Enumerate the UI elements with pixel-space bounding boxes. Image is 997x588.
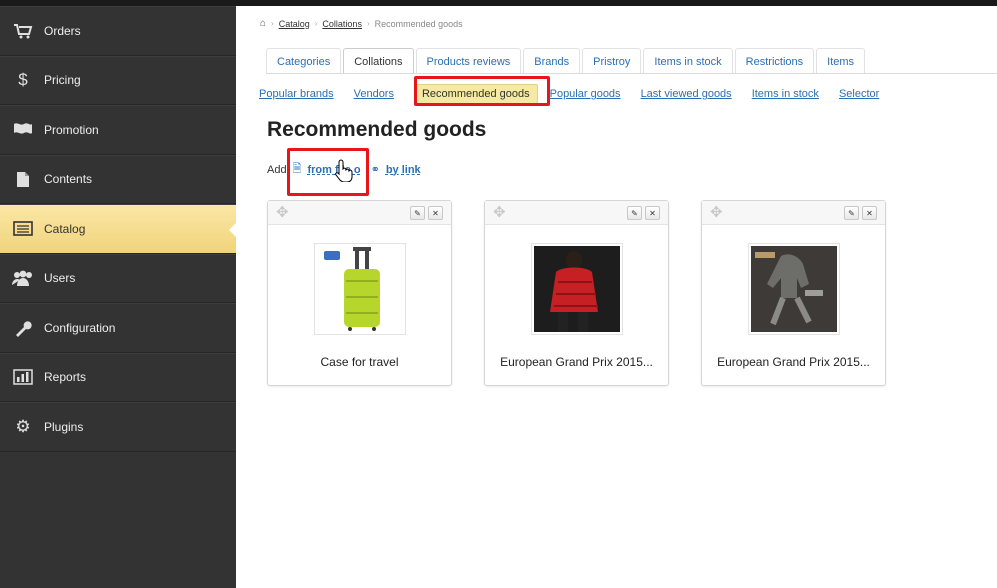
users-icon [12,269,34,287]
tab-items[interactable]: Items [816,48,866,74]
sidebar-item-users[interactable]: Users [0,253,236,303]
tab-pristroy[interactable]: Pristroy [582,48,642,74]
sidebar-item-orders[interactable]: Orders [0,6,236,56]
tab-items-in-stock[interactable]: Items in stock [643,48,733,74]
edit-button[interactable]: ✎ [627,206,642,220]
highlight-box-subnav [414,76,550,106]
sidebar-item-promotion[interactable]: Promotion [0,105,236,155]
sidebar-item-pricing[interactable]: $ Pricing [0,55,236,105]
card-toolbar: ✥ ✎ ✕ [702,201,885,225]
breadcrumb-current: Recommended goods [374,18,463,29]
document-icon [12,170,34,188]
dollar-icon: $ [18,70,28,90]
tab-divider [266,73,997,74]
product-name[interactable]: European Grand Prix 2015... [485,355,668,369]
cart-icon [12,22,34,40]
tab-brands[interactable]: Brands [523,48,581,74]
sidebar-item-contents[interactable]: Contents [0,154,236,204]
link-icon: ⚭ [370,164,380,176]
edit-button[interactable]: ✎ [844,206,859,220]
sidebar-item-label: Contents [44,172,93,187]
move-handle-icon[interactable]: ✥ [493,205,506,220]
sidebar-item-label: Promotion [44,122,99,137]
subnav-selector[interactable]: Selector [839,88,879,100]
sidebar-item-label: Configuration [44,320,116,335]
add-by-link-link[interactable]: by link [386,164,421,176]
sidebar-item-configuration[interactable]: Configuration [0,303,236,353]
collation-subnav: Popular brands Vendors Recommended goods… [259,84,899,104]
highlight-box-from-file [287,148,369,196]
subnav-last-viewed-goods[interactable]: Last viewed goods [641,88,732,100]
gear-icon: ⚙ [15,416,31,436]
sidebar-item-plugins[interactable]: ⚙ Plugins [0,402,236,452]
subnav-popular-brands[interactable]: Popular brands [259,88,334,100]
product-card[interactable]: ✥ ✎ ✕ European Grand Prix 2015... [484,200,669,386]
product-name[interactable]: European Grand Prix 2015... [702,355,885,369]
page-title: Recommended goods [267,118,487,141]
tab-restrictions[interactable]: Restrictions [734,48,815,74]
product-image[interactable] [314,243,406,335]
tab-collations[interactable]: Collations [343,48,414,74]
product-card[interactable]: ✥ ✎ ✕ Case for travel [267,200,452,386]
home-icon[interactable]: ⌂ [260,18,266,29]
breadcrumb-collations[interactable]: Collations [322,19,362,29]
wrench-icon [12,319,34,337]
sidebar-item-label: Pricing [44,73,81,88]
edit-button[interactable]: ✎ [410,206,425,220]
subnav-items-in-stock[interactable]: Items in stock [752,88,819,100]
subnav-vendors[interactable]: Vendors [354,88,394,100]
delete-button[interactable]: ✕ [645,206,660,220]
breadcrumb: ⌂ › Catalog › Collations › Recommended g… [260,18,463,29]
tab-categories[interactable]: Categories [266,48,342,74]
sidebar-item-label: Users [44,271,76,286]
flag-icon [12,121,34,139]
sidebar-item-reports[interactable]: Reports [0,352,236,402]
sidebar-item-label: Catalog [44,221,86,236]
product-image[interactable] [748,243,840,335]
tab-products-reviews[interactable]: Products reviews [415,48,522,74]
breadcrumb-catalog[interactable]: Catalog [279,19,310,29]
main-content: ⌂ › Catalog › Collations › Recommended g… [236,6,997,588]
move-handle-icon[interactable]: ✥ [710,205,723,220]
delete-button[interactable]: ✕ [428,206,443,220]
list-icon [12,220,34,238]
product-name[interactable]: Case for travel [268,355,451,369]
card-toolbar: ✥ ✎ ✕ [485,201,668,225]
add-label: Add [267,163,287,176]
delete-button[interactable]: ✕ [862,206,877,220]
product-card[interactable]: ✥ ✎ ✕ European Grand Prix 2015... [701,200,886,386]
subnav-popular-goods[interactable]: Popular goods [550,88,621,100]
bar-chart-icon [12,368,34,386]
tab-bar: Categories Collations Products reviews B… [266,48,867,74]
sidebar-item-label: Orders [44,23,81,38]
sidebar: Orders $ Pricing Promotion Contents Cata… [0,6,237,588]
product-image[interactable] [531,243,623,335]
move-handle-icon[interactable]: ✥ [276,205,289,220]
sidebar-item-label: Plugins [44,419,84,434]
sidebar-item-label: Reports [44,370,87,385]
sidebar-item-catalog[interactable]: Catalog [0,204,237,254]
hand-cursor-icon [335,159,353,182]
card-toolbar: ✥ ✎ ✕ [268,201,451,225]
